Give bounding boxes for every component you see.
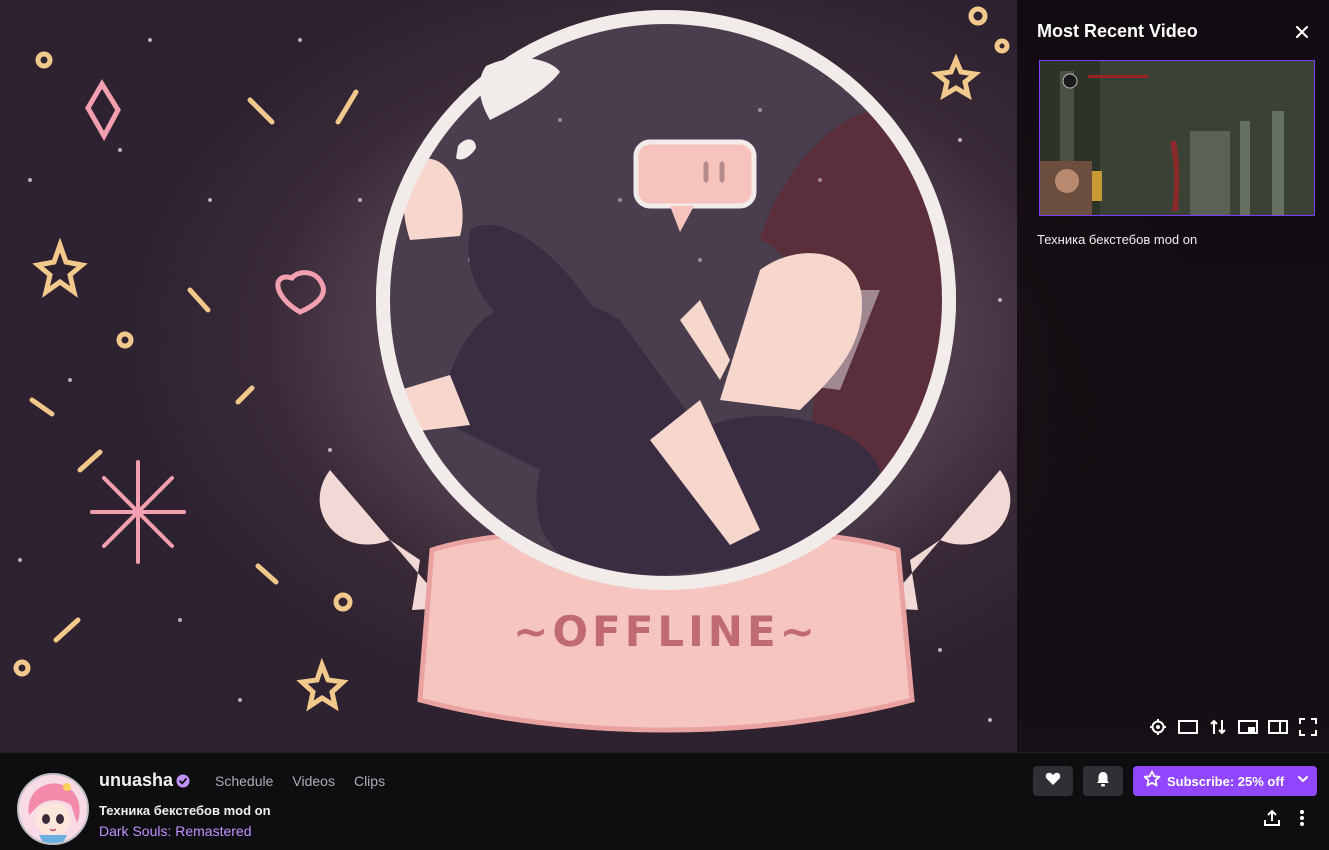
- player-controls: [1148, 715, 1318, 739]
- theatre-mode-icon[interactable]: [1178, 715, 1198, 739]
- most-recent-video-panel: Most Recent Video Техника бекстебов mod …: [1017, 0, 1329, 752]
- fullscreen-icon[interactable]: [1298, 715, 1318, 739]
- chevron-down-icon: [1296, 772, 1310, 791]
- tab-clips[interactable]: Clips: [354, 773, 385, 789]
- offline-label: ~OFFLINE~: [513, 607, 819, 656]
- swap-icon[interactable]: [1208, 715, 1228, 739]
- channel-info-bar: unuasha Schedule Videos Clips Техника бе…: [0, 752, 1329, 850]
- sidebar-icon[interactable]: [1268, 715, 1288, 739]
- notifications-button[interactable]: [1083, 766, 1123, 796]
- avatar[interactable]: [17, 773, 89, 845]
- follow-button[interactable]: [1033, 766, 1073, 796]
- panel-title: Most Recent Video: [1037, 21, 1198, 41]
- video-thumbnail[interactable]: [1039, 60, 1315, 216]
- glass-sphere: [376, 10, 956, 590]
- subscribe-label: Subscribe: 25% off: [1167, 773, 1285, 789]
- subscribe-button[interactable]: Subscribe: 25% off: [1133, 766, 1317, 796]
- heart-icon: [1045, 772, 1061, 791]
- gear-icon[interactable]: [1148, 715, 1168, 739]
- close-icon[interactable]: [1289, 19, 1315, 45]
- share-icon[interactable]: [1261, 805, 1283, 831]
- tab-schedule[interactable]: Schedule: [215, 773, 273, 789]
- channel-tabs: Schedule Videos Clips: [215, 773, 385, 789]
- avatar-image: [19, 775, 87, 843]
- channel-name[interactable]: unuasha: [99, 770, 173, 791]
- more-options-icon[interactable]: [1291, 805, 1313, 831]
- miniplayer-icon[interactable]: [1238, 715, 1258, 739]
- tab-videos[interactable]: Videos: [292, 773, 335, 789]
- star-icon: [1143, 770, 1161, 793]
- stream-title: Техника бекстебов mod on: [99, 803, 271, 818]
- verified-badge-icon: [176, 774, 190, 788]
- video-player[interactable]: ~OFFLINE~ Most Recent Video Техника бекс…: [0, 0, 1329, 752]
- bell-icon: [1096, 771, 1110, 792]
- game-link[interactable]: Dark Souls: Remastered: [99, 823, 252, 839]
- recent-video-title[interactable]: Техника бекстебов mod on: [1037, 232, 1197, 247]
- thumbnail-image: [1040, 61, 1314, 215]
